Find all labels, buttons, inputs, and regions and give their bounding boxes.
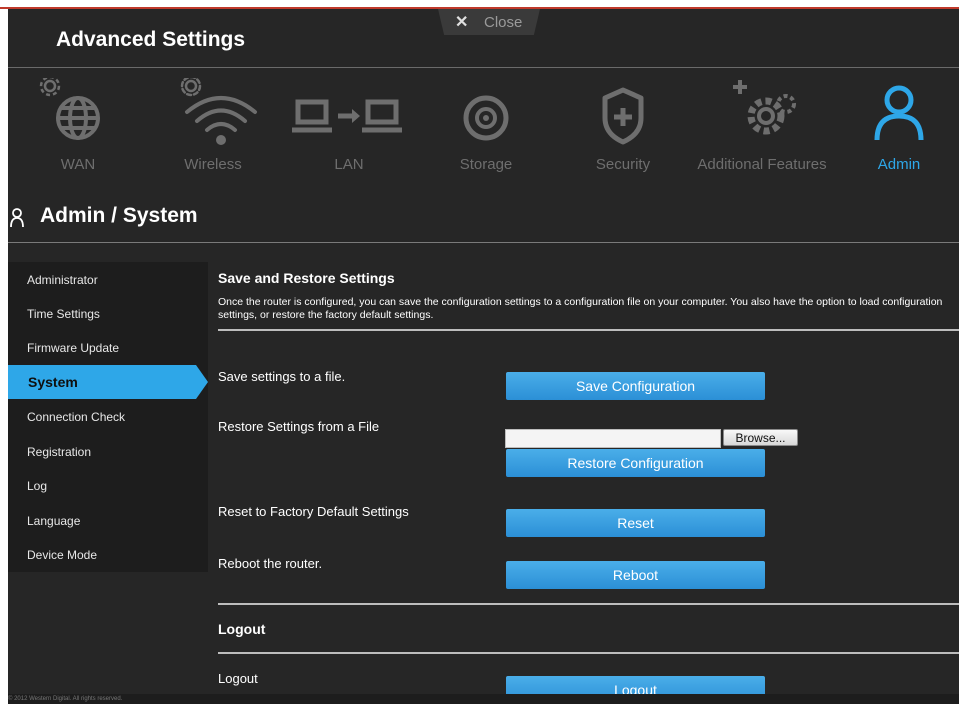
nav-item-wireless[interactable]: Wireless xyxy=(163,70,263,180)
nav-label-storage: Storage xyxy=(459,156,513,173)
section-divider-logout xyxy=(218,603,959,605)
nav-item-storage[interactable]: Storage xyxy=(436,70,536,180)
page-title-divider xyxy=(8,242,959,243)
logout-title-divider xyxy=(218,652,959,654)
sidebar-item-registration[interactable]: Registration xyxy=(27,445,91,459)
logout-title: Logout xyxy=(218,621,266,637)
logout-label: Logout xyxy=(218,671,258,686)
reset-button[interactable]: Reset xyxy=(506,509,765,537)
globe-gear-icon xyxy=(39,78,100,140)
nav-label-wan: WAN xyxy=(60,156,96,173)
copyright-footer: © 2012 Western Digital. All rights reser… xyxy=(8,696,123,702)
sidebar-item-language[interactable]: Language xyxy=(27,514,80,528)
footer-bar xyxy=(8,694,959,704)
nav-label-security: Security xyxy=(595,156,651,173)
nav-label-additional-features: Additional Features xyxy=(697,156,827,173)
section-divider-top xyxy=(218,329,959,331)
close-label[interactable]: Close xyxy=(484,14,522,31)
page-person-icon xyxy=(10,208,24,228)
restore-configuration-button[interactable]: Restore Configuration xyxy=(506,449,765,477)
sidebar-item-device-mode[interactable]: Device Mode xyxy=(27,548,97,562)
sidebar-item-firmware-update[interactable]: Firmware Update xyxy=(27,341,119,355)
save-settings-label: Save settings to a file. xyxy=(218,369,346,384)
sidebar-item-administrator[interactable]: Administrator xyxy=(27,273,98,287)
browse-button[interactable]: Browse... xyxy=(723,429,798,446)
save-restore-title: Save and Restore Settings xyxy=(218,270,395,286)
reset-factory-label: Reset to Factory Default Settings xyxy=(218,504,409,519)
config-file-field[interactable] xyxy=(505,429,721,448)
nav-item-security[interactable]: Security xyxy=(573,70,673,180)
lan-computers-icon xyxy=(292,99,402,133)
app-title: Advanced Settings xyxy=(56,28,246,51)
sidebar-active-arrow xyxy=(196,365,208,399)
page-title: Admin / System xyxy=(40,204,198,227)
gears-plus-icon xyxy=(733,80,796,135)
reboot-label: Reboot the router. xyxy=(218,556,323,571)
save-configuration-button[interactable]: Save Configuration xyxy=(506,372,765,400)
nav-label-lan: LAN xyxy=(334,156,364,173)
sidebar-item-connection-check[interactable]: Connection Check xyxy=(27,410,125,424)
sidebar-item-time-settings[interactable]: Time Settings xyxy=(27,307,100,321)
shield-plus-icon xyxy=(602,87,644,145)
header-divider xyxy=(8,67,959,68)
sidebar-item-system-label[interactable]: System xyxy=(28,374,78,390)
person-icon xyxy=(874,85,924,141)
nav-item-lan[interactable]: LAN xyxy=(290,70,408,180)
close-icon[interactable]: ✕ xyxy=(455,12,468,32)
window-top-border xyxy=(0,7,959,9)
nav-item-additional-features[interactable]: Additional Features xyxy=(688,70,836,180)
storage-disc-icon xyxy=(463,95,509,141)
sidebar-item-log[interactable]: Log xyxy=(27,479,47,493)
nav-label-wireless: Wireless xyxy=(184,156,242,173)
reboot-button[interactable]: Reboot xyxy=(506,561,765,589)
nav-item-admin[interactable]: Admin xyxy=(850,70,948,180)
save-restore-description: Once the router is configured, you can s… xyxy=(218,296,943,321)
wifi-gear-icon xyxy=(180,78,257,145)
restore-settings-label: Restore Settings from a File xyxy=(218,419,380,434)
nav-label-admin: Admin xyxy=(877,156,921,173)
nav-item-wan[interactable]: WAN xyxy=(28,70,128,180)
